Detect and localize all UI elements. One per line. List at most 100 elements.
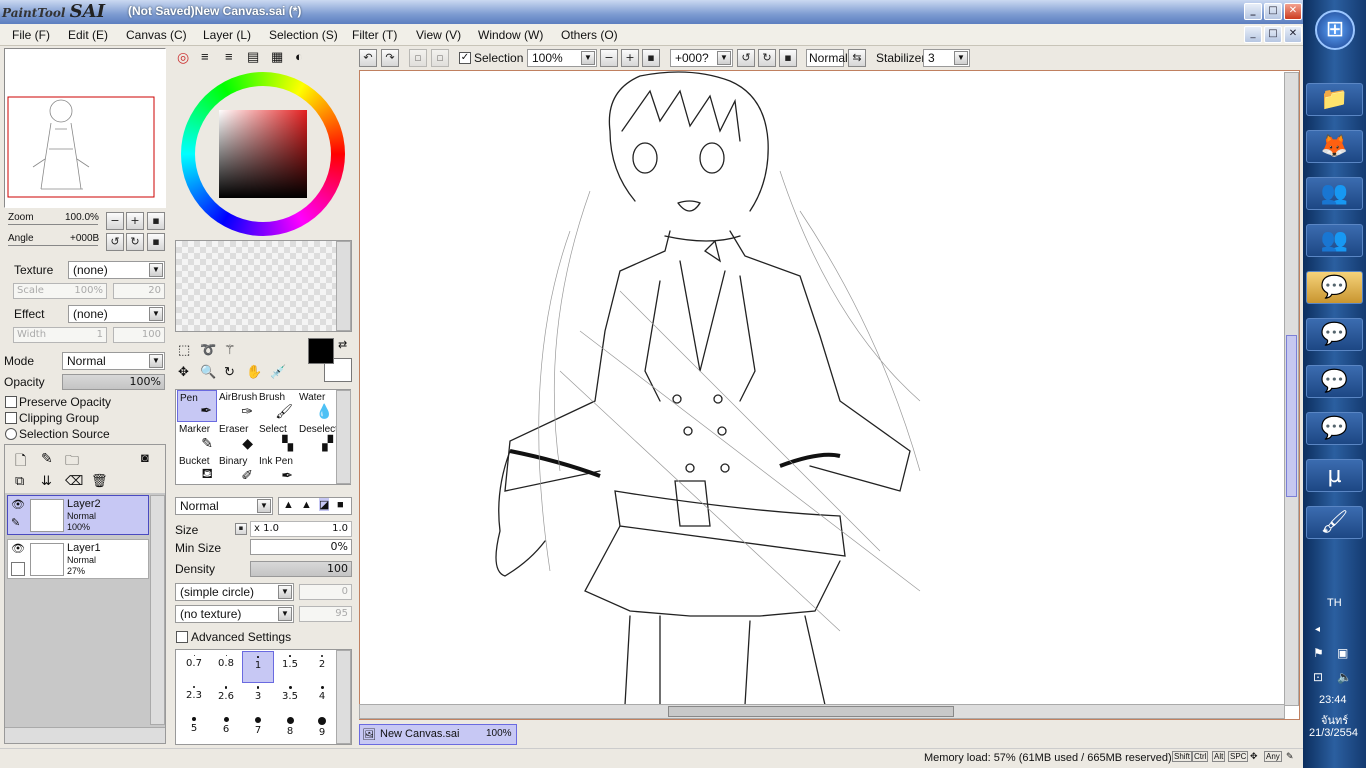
- selection-source-radio[interactable]: [5, 428, 17, 440]
- medium-edge-icon[interactable]: ▲: [301, 499, 312, 511]
- navigator-preview[interactable]: [4, 48, 166, 208]
- size-range-button[interactable]: ▪: [235, 523, 247, 535]
- maximize-button[interactable]: □: [1264, 3, 1282, 20]
- document-tab[interactable]: 🖼 New Canvas.sai 100%: [359, 724, 517, 745]
- angle-slider[interactable]: [8, 245, 98, 246]
- language-indicator[interactable]: TH: [1327, 597, 1342, 609]
- space-key[interactable]: SPC: [1228, 751, 1249, 762]
- rgb-slider-icon[interactable]: ≡: [201, 49, 209, 64]
- start-button[interactable]: ⊞: [1315, 10, 1355, 50]
- shift-key[interactable]: Shift: [1172, 751, 1193, 762]
- brush-size-0.8[interactable]: 0.8: [210, 651, 242, 683]
- eyedropper-icon[interactable]: 💉: [270, 364, 286, 380]
- swatch-icon[interactable]: ▤: [247, 49, 259, 65]
- ctrl-key[interactable]: Ctrl: [1192, 751, 1209, 762]
- angle-select[interactable]: +000? ▼: [670, 49, 733, 67]
- brush-shape-select[interactable]: (simple circle) ▼: [175, 583, 294, 601]
- merge-down-icon[interactable]: ⇊: [41, 473, 52, 489]
- tool-bucket[interactable]: Bucket ⛾: [177, 454, 217, 486]
- chat-active-icon[interactable]: 💬: [1306, 271, 1363, 304]
- flat-edge-icon[interactable]: ■: [337, 499, 344, 511]
- texture-select[interactable]: (none) ▼: [68, 261, 165, 279]
- hard-edge-icon[interactable]: ▲: [283, 499, 294, 511]
- layers-scrollbar[interactable]: [150, 495, 165, 725]
- brush-size-scrollbar[interactable]: [336, 650, 351, 744]
- new-layer-icon[interactable]: 🗋: [15, 450, 26, 474]
- layer-lock-box[interactable]: [11, 562, 25, 576]
- clock-date[interactable]: 21/3/2554: [1309, 727, 1358, 739]
- new-folder-icon[interactable]: 🗀: [65, 450, 79, 474]
- stabilizer-select[interactable]: 3 ▼: [923, 49, 970, 67]
- pan-icon[interactable]: ✥: [1250, 751, 1258, 762]
- effect-select[interactable]: (none) ▼: [68, 305, 165, 323]
- color-wheel-icon[interactable]: ◎: [177, 49, 189, 66]
- close-button[interactable]: ✕: [1284, 3, 1302, 20]
- move-icon[interactable]: ✥: [178, 364, 189, 380]
- doc-close-button[interactable]: ✕: [1284, 26, 1302, 43]
- brush-size-2.3[interactable]: 2.3: [178, 682, 210, 714]
- brush-size-2.6[interactable]: 2.6: [210, 682, 242, 714]
- zoom-in-button[interactable]: +: [126, 212, 144, 230]
- tool-select[interactable]: Select ▚: [257, 422, 297, 454]
- menu-others[interactable]: Others (O): [561, 28, 618, 42]
- eye-icon[interactable]: 👁: [11, 498, 25, 511]
- action-center-icon[interactable]: ⚑: [1313, 646, 1324, 660]
- brush-size-1[interactable]: 1: [242, 651, 274, 683]
- firefox-icon[interactable]: 🦊: [1306, 130, 1363, 163]
- brush-size-0.7[interactable]: 0.7: [178, 651, 210, 683]
- minimize-button[interactable]: _: [1244, 3, 1262, 20]
- brush-size-9[interactable]: 9: [306, 713, 338, 745]
- lasso-icon[interactable]: ➰: [200, 342, 216, 358]
- menu-window[interactable]: Window (W): [478, 28, 543, 42]
- paint-tool-sai-icon[interactable]: 🖌: [1306, 506, 1363, 539]
- toolbar-rotate-left-button[interactable]: ↺: [737, 49, 755, 67]
- layer-opacity-slider[interactable]: 100%: [62, 374, 165, 390]
- redo-button[interactable]: ↷: [381, 49, 399, 67]
- toolbar-zoom-in-button[interactable]: +: [621, 49, 639, 67]
- layer-row-layer1[interactable]: 👁 Layer1 Normal 27%: [7, 539, 149, 579]
- magic-wand-icon[interactable]: ⚚: [224, 342, 236, 358]
- flip-view-button[interactable]: ⇆: [848, 49, 866, 67]
- zoom-select[interactable]: 100% ▼: [527, 49, 597, 67]
- menu-selection[interactable]: Selection (S): [269, 28, 338, 42]
- tool-water[interactable]: Water 💧: [297, 390, 337, 422]
- preserve-opacity-checkbox[interactable]: [5, 396, 17, 408]
- invert-selection-button[interactable]: ▫: [431, 49, 449, 67]
- rotate-left-button[interactable]: ↺: [106, 233, 124, 251]
- scratchpad-icon[interactable]: ◐: [295, 49, 303, 64]
- view-mode-select[interactable]: Normal: [806, 49, 848, 67]
- clear-layer-icon[interactable]: ⌫: [65, 473, 83, 489]
- toolbar-zoom-reset-button[interactable]: ▪: [642, 49, 660, 67]
- swap-colors-icon[interactable]: ⇄: [338, 338, 347, 351]
- volume-icon[interactable]: 🔈: [1337, 670, 1352, 684]
- toolbar-zoom-out-button[interactable]: −: [600, 49, 618, 67]
- tool-ink-pen[interactable]: Ink Pen ✒: [257, 454, 297, 486]
- tool-marker[interactable]: Marker ✎: [177, 422, 217, 454]
- eye-icon[interactable]: 👁: [11, 542, 25, 555]
- network-icon[interactable]: ⊡: [1313, 670, 1323, 684]
- advanced-settings-checkbox[interactable]: [176, 631, 188, 643]
- doc-restore-button[interactable]: □: [1264, 26, 1282, 43]
- zoom-slider[interactable]: [8, 224, 98, 225]
- messenger-icon[interactable]: 👥: [1306, 177, 1363, 210]
- menu-canvas[interactable]: Canvas (C): [126, 28, 187, 42]
- foreground-color-swatch[interactable]: [308, 338, 334, 364]
- layers-hscrollbar[interactable]: [5, 727, 165, 743]
- deselect-button[interactable]: ▫: [409, 49, 427, 67]
- utorrent-icon[interactable]: µ: [1306, 459, 1363, 492]
- brush-size-field[interactable]: x 1.0 1.0: [250, 521, 352, 537]
- brush-size-4[interactable]: 4: [306, 682, 338, 714]
- menu-layer[interactable]: Layer (L): [203, 28, 251, 42]
- undo-button[interactable]: ↶: [359, 49, 377, 67]
- tool-brush[interactable]: Brush 🖌: [257, 390, 297, 422]
- canvas-vscrollbar[interactable]: [1284, 72, 1299, 706]
- brush-size-3.5[interactable]: 3.5: [274, 682, 306, 714]
- tool-pen[interactable]: Pen ✒: [177, 390, 217, 422]
- layer-mode-select[interactable]: Normal ▼: [62, 352, 165, 370]
- rotate-icon[interactable]: ↻: [224, 364, 235, 380]
- zoom-out-button[interactable]: −: [106, 212, 124, 230]
- chat-icon[interactable]: 💬: [1306, 412, 1363, 445]
- toolbar-rotate-reset-button[interactable]: ▪: [779, 49, 797, 67]
- alt-key[interactable]: Alt: [1212, 751, 1226, 762]
- brush-texture-select[interactable]: (no texture) ▼: [175, 605, 294, 623]
